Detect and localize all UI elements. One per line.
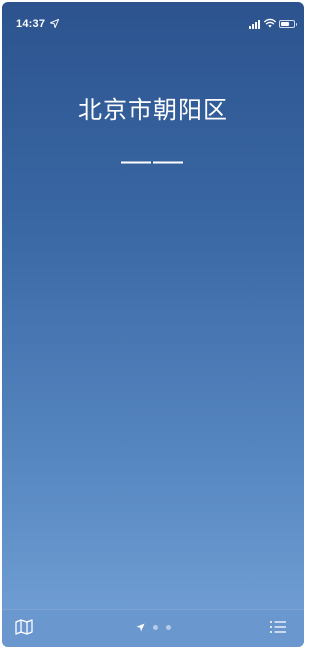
wifi-icon [264,18,276,28]
status-bar: 14:37 [2,2,304,46]
current-location-page-icon[interactable] [136,623,145,632]
status-time: 14:37 [16,18,46,30]
battery-icon [279,20,297,28]
location-arrow-icon [50,19,59,28]
location-name: 北京市朝阳区 [78,97,228,124]
temperature-placeholder: —— [121,144,185,177]
home-indicator[interactable] [103,652,203,655]
weather-screen: 14:37 北京市朝阳区 —— [2,2,304,647]
battery-level [281,22,289,26]
page-dot[interactable] [166,625,171,630]
cellular-signal-icon [249,20,262,29]
list-icon[interactable] [268,618,288,636]
map-icon[interactable] [14,618,34,636]
page-dot[interactable] [153,625,158,630]
bottom-toolbar [2,609,304,647]
page-indicator[interactable] [136,622,178,634]
phone-frame: 14:37 北京市朝阳区 —— [0,0,306,658]
